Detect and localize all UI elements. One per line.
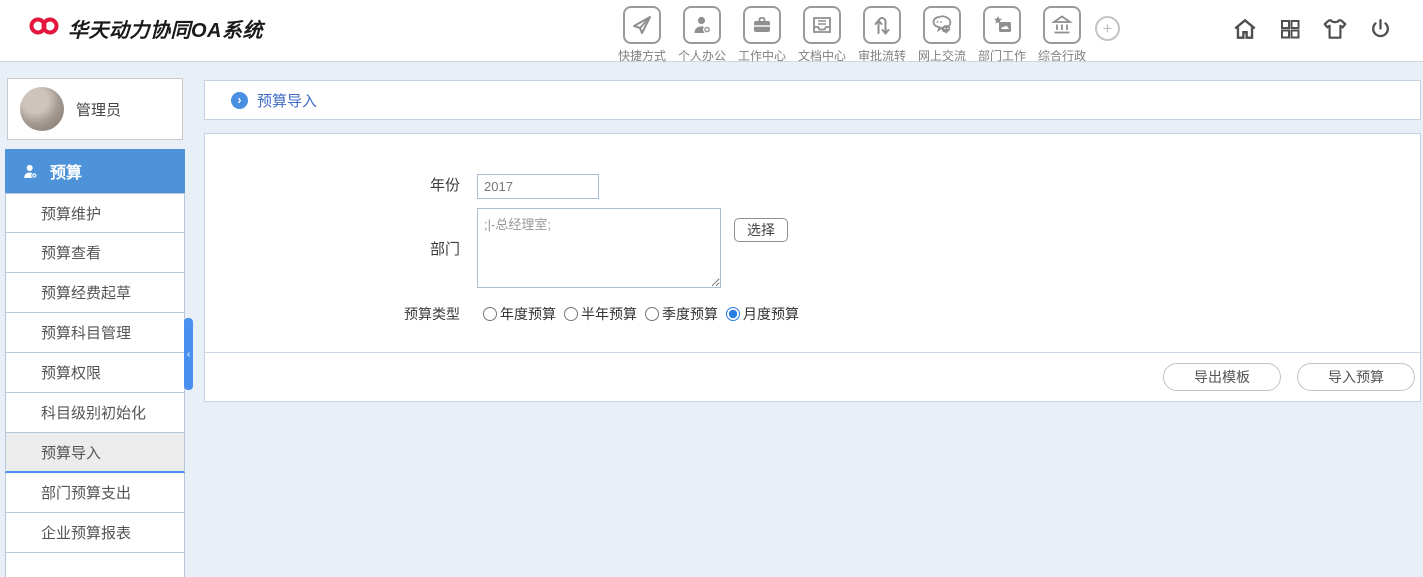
sidebar-item-company-budget-report[interactable]: 企业预算报表 [5, 513, 185, 553]
radio-halfyear-budget[interactable]: 半年预算 [564, 304, 637, 324]
topbar: 华天动力协同OA系统 快捷方式 个人办公 工作中心 文档中心 [0, 0, 1423, 62]
budget-import-panel: 年份 部门 ;|-总经理室; 选择 预算类型 年度预算 半年预算 季度预算 月度… [204, 133, 1421, 402]
bank-icon [1043, 6, 1081, 44]
user-card[interactable]: 管理员 [7, 78, 183, 140]
briefcase-icon [743, 6, 781, 44]
radio-annual-budget[interactable]: 年度预算 [483, 304, 556, 324]
top-navigation: 快捷方式 个人办公 工作中心 文档中心 审批流转 [612, 6, 1092, 64]
radio-quarter-budget[interactable]: 季度预算 [645, 304, 718, 324]
radio-label: 月度预算 [743, 304, 799, 324]
document-tray-icon [803, 6, 841, 44]
sidebar-menu: 预算维护 预算查看 预算经费起草 预算科目管理 预算权限 科目级别初始化 预算导… [5, 193, 185, 577]
paper-plane-icon [623, 6, 661, 44]
app-logo: 华天动力协同OA系统 [28, 14, 263, 43]
department-label: 部门 [205, 238, 460, 259]
sidebar-item-label: 企业预算报表 [41, 522, 131, 543]
logo-infinity-icon [28, 14, 60, 43]
breadcrumb: › 预算导入 [204, 80, 1421, 120]
radio-label: 年度预算 [500, 304, 556, 324]
nav-item-administration[interactable]: 综合行政 [1032, 6, 1092, 64]
sidebar-item-partial[interactable] [5, 553, 185, 577]
budget-type-row: 预算类型 年度预算 半年预算 季度预算 月度预算 [205, 304, 1420, 324]
tshirt-icon [1322, 16, 1348, 42]
page-title: 预算导入 [257, 90, 317, 111]
radio-halfyear-input[interactable] [564, 307, 578, 321]
department-row: 部门 ;|-总经理室; 选择 [205, 208, 1420, 288]
sidebar-item-label: 预算科目管理 [41, 322, 131, 343]
radio-quarter-input[interactable] [645, 307, 659, 321]
theme-button[interactable] [1322, 16, 1348, 42]
radio-label: 半年预算 [581, 304, 637, 324]
sidebar-item-budget-maintain[interactable]: 预算维护 [5, 193, 185, 233]
sidebar-item-budget-view[interactable]: 预算查看 [5, 233, 185, 273]
main-area: › 预算导入 年份 部门 ;|-总经理室; 选择 预算类型 年度预算 [204, 62, 1421, 402]
sidebar-item-budget-subject-manage[interactable]: 预算科目管理 [5, 313, 185, 353]
import-budget-button[interactable]: 导入预算 [1297, 363, 1415, 391]
page-content: 管理员 预算 预算维护 预算查看 预算经费起草 预算科目管理 预算权限 科目级别… [0, 62, 1423, 577]
plus-circle-button[interactable]: + [1095, 16, 1120, 41]
logo-text: 华天动力协同OA系统 [68, 14, 263, 43]
nav-item-document-center[interactable]: 文档中心 [792, 6, 852, 64]
power-icon [1368, 17, 1393, 42]
home-button[interactable] [1232, 16, 1258, 42]
home-icon [1232, 16, 1258, 42]
panel-footer: 导出模板 导入预算 [205, 352, 1420, 401]
breadcrumb-arrow-icon: › [231, 92, 248, 109]
chat-bubbles-icon [923, 6, 961, 44]
sidebar-item-label: 科目级别初始化 [41, 402, 146, 423]
sidebar-item-label: 预算维护 [41, 203, 101, 224]
radio-month-budget[interactable]: 月度预算 [726, 304, 799, 324]
nav-item-department-work[interactable]: 部门工作 [972, 6, 1032, 64]
sidebar-item-budget-permission[interactable]: 预算权限 [5, 353, 185, 393]
chevron-left-icon: ‹ [187, 349, 190, 360]
star-dashboard-icon [983, 6, 1021, 44]
radio-month-input[interactable] [726, 307, 740, 321]
nav-item-online-communication[interactable]: 网上交流 [912, 6, 972, 64]
sidebar-collapse-handle[interactable]: ‹ [184, 318, 193, 390]
sidebar-item-label: 预算权限 [41, 362, 101, 383]
user-name: 管理员 [76, 99, 121, 120]
year-label: 年份 [205, 174, 460, 199]
year-row: 年份 [205, 174, 1420, 199]
budget-person-icon [21, 162, 40, 181]
sidebar-item-dept-budget-spend[interactable]: 部门预算支出 [5, 473, 185, 513]
year-input[interactable] [477, 174, 599, 199]
sidebar-section-header[interactable]: 预算 [5, 149, 185, 193]
arrows-up-down-icon [863, 6, 901, 44]
nav-item-shortcuts[interactable]: 快捷方式 [612, 6, 672, 64]
sidebar-item-label: 预算查看 [41, 242, 101, 263]
sidebar-item-label: 预算经费起草 [41, 282, 131, 303]
budget-type-radio-group: 年度预算 半年预算 季度预算 月度预算 [483, 304, 807, 324]
sidebar: 管理员 预算 预算维护 预算查看 预算经费起草 预算科目管理 预算权限 科目级别… [0, 62, 200, 577]
sidebar-item-label: 预算导入 [41, 442, 101, 463]
radio-label: 季度预算 [662, 304, 718, 324]
user-avatar [20, 87, 64, 131]
grid-icon [1278, 17, 1302, 41]
nav-item-approval-flow[interactable]: 审批流转 [852, 6, 912, 64]
sidebar-item-label: 部门预算支出 [41, 482, 131, 503]
export-template-button[interactable]: 导出模板 [1163, 363, 1281, 391]
department-textarea[interactable]: ;|-总经理室; [477, 208, 721, 288]
budget-import-form: 年份 部门 ;|-总经理室; 选择 预算类型 年度预算 半年预算 季度预算 月度… [205, 134, 1420, 352]
sidebar-section-title: 预算 [50, 159, 82, 183]
nav-item-work-center[interactable]: 工作中心 [732, 6, 792, 64]
sidebar-item-subject-level-init[interactable]: 科目级别初始化 [5, 393, 185, 433]
select-department-button[interactable]: 选择 [734, 218, 788, 242]
radio-annual-input[interactable] [483, 307, 497, 321]
topbar-right-icons [1232, 16, 1393, 42]
apps-grid-button[interactable] [1278, 16, 1302, 42]
person-plus-icon [683, 6, 721, 44]
plus-icon: + [1103, 20, 1113, 37]
nav-item-personal-office[interactable]: 个人办公 [672, 6, 732, 64]
logout-button[interactable] [1368, 16, 1393, 42]
sidebar-item-budget-expense-draft[interactable]: 预算经费起草 [5, 273, 185, 313]
sidebar-item-budget-import[interactable]: 预算导入 [5, 433, 185, 473]
budget-type-label: 预算类型 [205, 304, 460, 324]
